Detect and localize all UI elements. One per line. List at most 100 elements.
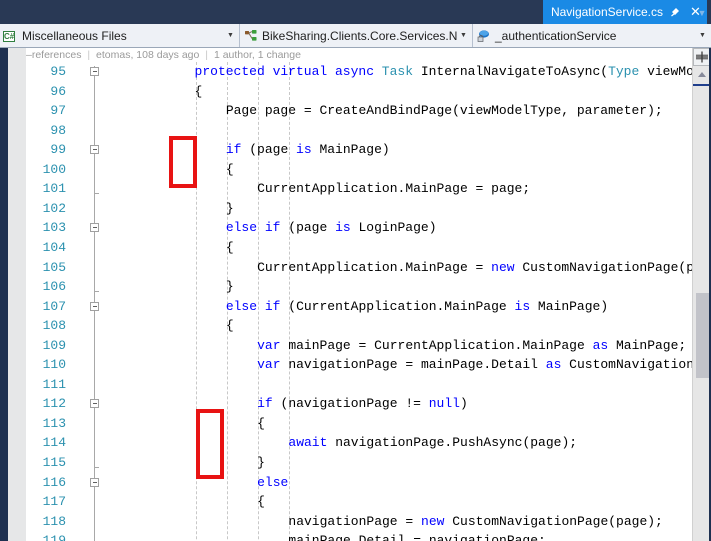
code-token: if	[257, 396, 273, 412]
navigation-bar: C# Miscellaneous Files ▼ BikeSharing.Cli…	[0, 24, 711, 48]
code-text[interactable]: await navigationPage.PushAsync(page);	[288, 433, 577, 453]
code-token: Page page = CreateAndBindPage(viewModelT…	[225, 103, 663, 119]
navbar-member-label: _authenticationService	[495, 28, 617, 43]
code-token: null	[428, 396, 460, 412]
code-token: {	[225, 318, 234, 334]
triangle-up-icon	[698, 72, 706, 77]
navbar-project-dropdown[interactable]: C# Miscellaneous Files ▼	[0, 24, 240, 47]
code-token: {	[225, 161, 234, 177]
code-text[interactable]: navigationPage = new CustomNavigationPag…	[288, 512, 662, 532]
chevron-down-icon[interactable]: ▼	[457, 30, 470, 42]
code-token: CurrentApplication.MainPage =	[257, 259, 492, 275]
code-text[interactable]: var mainPage = CurrentApplication.MainPa…	[257, 336, 686, 356]
outlining-region-end	[94, 291, 99, 293]
code-token: navigationPage =	[288, 513, 422, 529]
line-number: 111	[42, 376, 66, 392]
line-number: 110	[42, 357, 66, 373]
chevron-down-icon[interactable]: ▼	[224, 30, 237, 42]
chevron-down-icon[interactable]: ▼	[695, 0, 709, 24]
outlining-region-end	[94, 193, 99, 195]
code-text[interactable]: {	[226, 160, 234, 180]
code-text[interactable]: else if (CurrentApplication.MainPage is …	[226, 297, 608, 317]
collapse-toggle-icon[interactable]	[90, 301, 99, 311]
codelens-author[interactable]: etomas, 108 days ago	[96, 49, 199, 61]
code-token: {	[257, 494, 265, 510]
code-token: Type	[608, 64, 640, 79]
code-token: is	[296, 142, 312, 158]
line-number: 104	[42, 239, 66, 255]
collapse-toggle-icon[interactable]	[90, 223, 99, 233]
code-token: var	[257, 337, 281, 353]
code-surface[interactable]: –references | etomas, 108 days ago | 1 a…	[26, 48, 711, 541]
codelens-history[interactable]: 1 author, 1 change	[214, 49, 301, 61]
line-number: 114	[42, 435, 66, 451]
collapse-toggle-icon[interactable]	[90, 67, 99, 76]
code-text[interactable]: mainPage.Detail = navigationPage;	[288, 531, 545, 541]
code-token: if	[225, 142, 242, 158]
code-token: navigationPage = mainPage.Detail	[280, 357, 546, 373]
navbar-member-dropdown[interactable]: _authenticationService ▼	[473, 24, 711, 47]
code-text[interactable]: else	[257, 473, 288, 493]
chevron-down-icon[interactable]: ▼	[696, 30, 709, 42]
codelens-row[interactable]: –references | etomas, 108 days ago | 1 a…	[26, 48, 711, 62]
code-text[interactable]: if (navigationPage != null)	[257, 394, 468, 414]
brace-highlight-2	[196, 409, 224, 479]
code-token: LoginPage)	[350, 220, 437, 236]
code-token: (navigationPage !=	[272, 396, 429, 412]
document-tab-navigationservice[interactable]: NavigationService.cs ✕	[542, 0, 707, 24]
document-tab-strip: NavigationService.cs ✕ ▼	[0, 0, 711, 24]
line-number: 113	[42, 415, 66, 431]
brace-highlight-1	[169, 136, 197, 188]
collapse-toggle-icon[interactable]	[90, 477, 99, 487]
code-token: else	[257, 474, 289, 490]
codelens-references[interactable]: –references	[26, 49, 81, 61]
code-text[interactable]: {	[226, 238, 234, 258]
code-text[interactable]: }	[226, 199, 234, 219]
code-text[interactable]: {	[257, 492, 265, 512]
scrollbar-thumb[interactable]	[696, 293, 709, 378]
code-token: InternalNavigateToAsync(	[413, 64, 609, 79]
code-token: CustomNavigationPage(page);	[444, 513, 663, 529]
code-text[interactable]: protected virtual async Task InternalNav…	[195, 62, 711, 82]
code-text[interactable]: else if (page is LoginPage)	[226, 218, 437, 238]
collapse-toggle-icon[interactable]	[90, 145, 99, 155]
line-number: 99	[50, 142, 66, 158]
line-number: 106	[42, 279, 66, 295]
code-token: }	[225, 200, 234, 216]
code-editor[interactable]: –references | etomas, 108 days ago | 1 a…	[0, 48, 711, 541]
breakpoint-margin[interactable]	[8, 48, 26, 541]
code-token: async	[334, 64, 382, 79]
navbar-type-dropdown[interactable]: BikeSharing.Clients.Core.Services.Nav ▼	[240, 24, 473, 47]
navbar-project-label: Miscellaneous Files	[22, 28, 127, 43]
code-text[interactable]: {	[195, 82, 203, 102]
code-token: if	[264, 220, 281, 236]
pin-icon[interactable]	[668, 4, 683, 20]
collapse-toggle-icon[interactable]	[90, 399, 99, 409]
code-text[interactable]: {	[257, 414, 265, 434]
code-token: {	[257, 415, 265, 431]
code-token: CustomNavigationPage;	[569, 357, 711, 373]
code-text[interactable]: }	[226, 277, 234, 297]
indent-guide	[195, 62, 197, 541]
codelens-separator-2: |	[205, 49, 209, 61]
field-private-icon	[476, 28, 492, 44]
code-token: {	[225, 239, 234, 255]
line-number: 95	[50, 64, 66, 79]
code-text[interactable]: {	[226, 316, 234, 336]
line-number: 101	[42, 181, 66, 197]
line-number: 116	[42, 474, 66, 490]
code-token: is	[335, 220, 351, 236]
code-token: (CurrentApplication.MainPage	[280, 298, 515, 314]
code-text[interactable]: }	[257, 453, 265, 473]
line-number: 117	[42, 494, 66, 510]
code-text[interactable]: Page page = CreateAndBindPage(viewModelT…	[226, 101, 663, 121]
line-number: 115	[42, 455, 66, 470]
navbar-type-label: BikeSharing.Clients.Core.Services.Nav	[262, 28, 457, 43]
code-token: new	[491, 259, 515, 275]
code-text[interactable]: var navigationPage = mainPage.Detail as …	[257, 355, 711, 375]
code-text[interactable]: CurrentApplication.MainPage = page;	[257, 179, 530, 199]
code-text[interactable]: CurrentApplication.MainPage = new Custom…	[257, 258, 711, 278]
line-number: 107	[42, 298, 66, 314]
code-text[interactable]: if (page is MainPage)	[226, 140, 390, 160]
